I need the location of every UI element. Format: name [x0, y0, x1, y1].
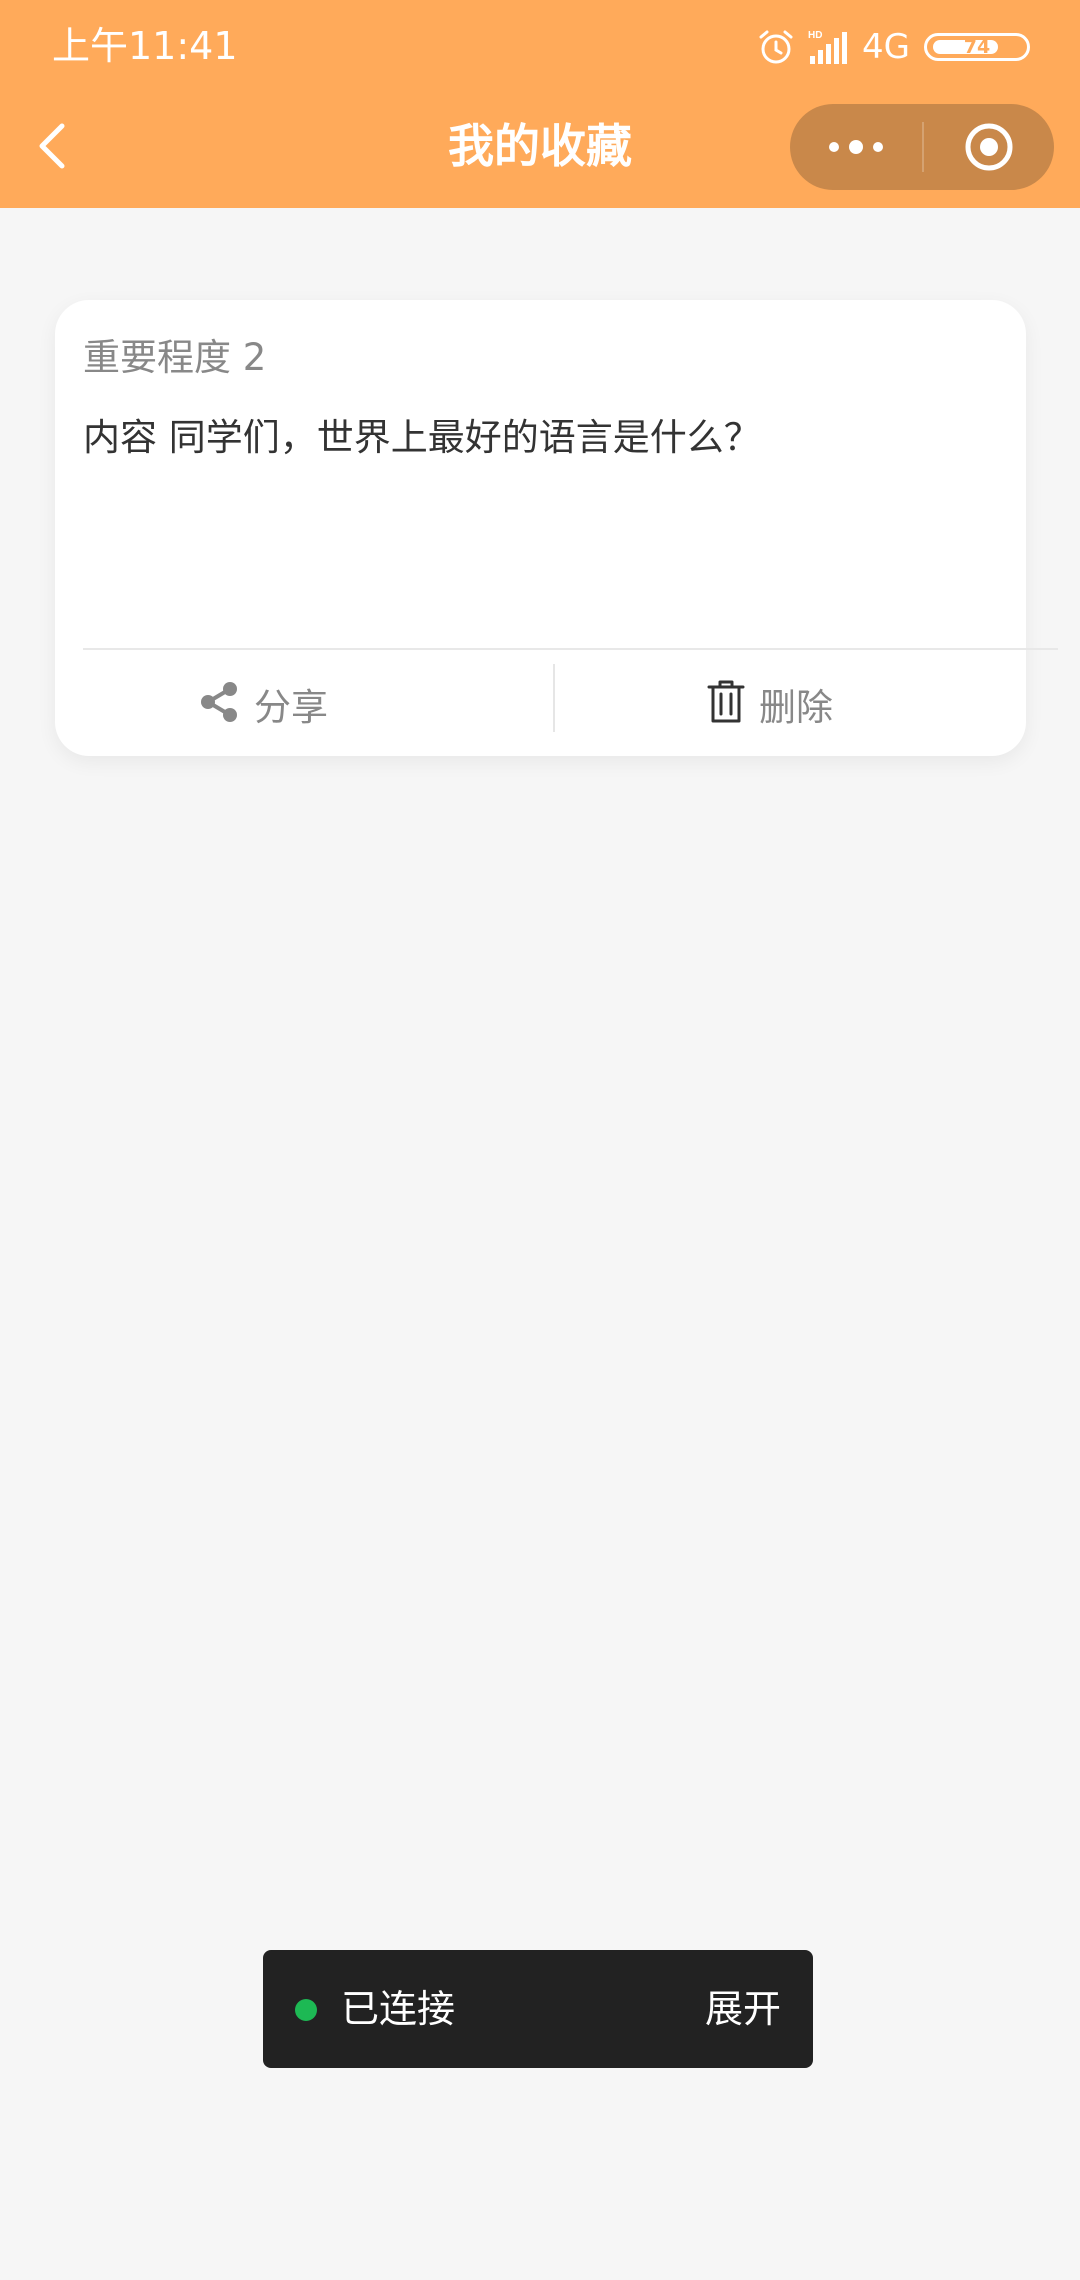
more-button[interactable] [790, 104, 922, 190]
trash-icon [707, 680, 745, 723]
expand-button[interactable]: 展开 [705, 1982, 781, 2036]
svg-text:HD: HD [808, 30, 822, 41]
signal-icon: HD [808, 30, 848, 64]
favorite-card: 重要程度 2 内容 同学们，世界上最好的语言是什么？ 分享 删除 [55, 300, 1058, 756]
battery-icon: 74 [924, 33, 1030, 61]
connected-dot-icon [295, 1999, 317, 2021]
connection-status: 已连接 [341, 1987, 456, 2031]
content-text: 内容 同学们，世界上最好的语言是什么？ [83, 416, 761, 459]
share-button[interactable]: 分享 [198, 662, 328, 742]
delete-button[interactable]: 删除 [705, 662, 833, 742]
divider [83, 648, 1058, 650]
importance-label: 重要程度 2 [83, 336, 267, 379]
more-dots-icon [829, 140, 883, 154]
delete-label: 删除 [759, 686, 833, 729]
alarm-icon [759, 30, 793, 64]
target-circle-icon [965, 123, 1013, 171]
status-icons: HD 4G 74 [756, 22, 1030, 72]
capsule-menu [790, 104, 1054, 190]
share-icon [201, 682, 237, 722]
close-miniprogram-button[interactable] [924, 104, 1054, 190]
battery-level: 74 [963, 36, 991, 58]
header: 上午11:41 HD 4G 74 我的收藏 [0, 0, 1080, 208]
status-time: 上午11:41 [52, 24, 238, 68]
network-type: 4G [862, 27, 910, 67]
share-label: 分享 [254, 686, 328, 729]
connection-toast: 已连接 展开 [263, 1950, 813, 2068]
action-divider [553, 664, 555, 732]
